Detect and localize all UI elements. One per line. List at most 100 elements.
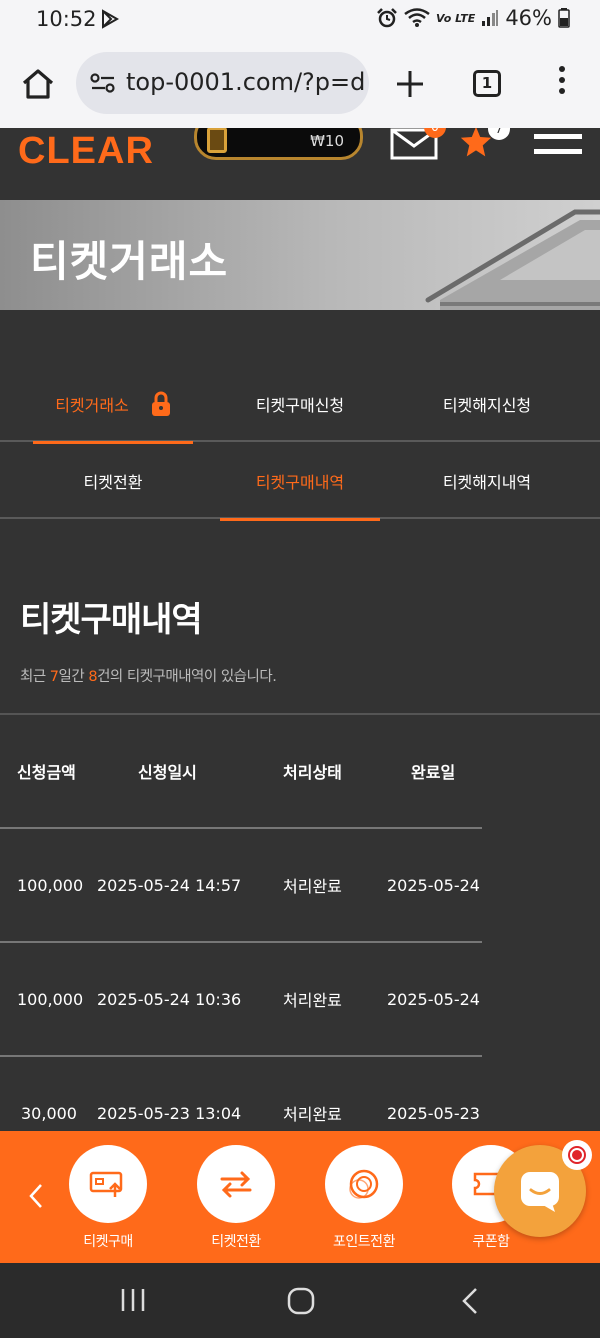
site-header: CLEAR ₩10 0 7 xyxy=(0,128,600,200)
status-bar: 10:52 Vo LTE 46% xyxy=(0,0,600,40)
table-header: 신청금액 신청일시 처리상태 완료일 xyxy=(0,715,482,829)
cell-request-date: 2025-05-24 14:57 xyxy=(97,875,242,895)
home-icon xyxy=(22,69,54,99)
quick-nav-label: 티켓구매 xyxy=(83,1234,133,1250)
lte-indicator: Vo LTE xyxy=(436,11,476,25)
tab-label: 티켓구매내역 xyxy=(255,473,345,492)
notification-dot-icon xyxy=(570,1148,584,1162)
exchange-icon xyxy=(220,1171,252,1198)
summary-prefix: 최근 xyxy=(20,669,50,685)
favorites-button[interactable]: 7 xyxy=(456,128,510,162)
cell-status: 처리완료 xyxy=(283,877,342,896)
alarm-icon xyxy=(377,8,397,28)
header-request-date: 신청일시 xyxy=(138,763,197,782)
wallet-balance[interactable]: ₩10 xyxy=(194,128,363,160)
header-amount: 신청금액 xyxy=(17,763,76,782)
tab-ticket-conversion[interactable]: 티켓전환 xyxy=(33,443,193,519)
home-button[interactable] xyxy=(18,64,58,104)
wallet-amount: ₩10 xyxy=(310,132,344,150)
quick-nav-point-convert[interactable]: 포인트전환 xyxy=(325,1145,403,1251)
quick-nav-label: 포인트전환 xyxy=(333,1234,395,1250)
summary-suffix: 건의 티켓구매내역이 있습니다. xyxy=(97,669,277,685)
chat-notification-badge xyxy=(562,1140,592,1170)
tab-ticket-purchase-request[interactable]: 티켓구매신청 xyxy=(220,366,380,442)
section-title: 티켓구매내역 xyxy=(20,600,203,640)
recent-apps-icon xyxy=(121,1289,145,1311)
tab-ticket-purchase-history[interactable]: 티켓구매내역 xyxy=(220,443,380,521)
system-navigation-bar xyxy=(0,1263,600,1338)
cell-amount: 100,000 xyxy=(17,875,84,895)
summary-count: 8 xyxy=(88,669,98,685)
quick-nav-ticket-buy[interactable]: 티켓구매 xyxy=(69,1145,147,1251)
header-completed-date: 완료일 xyxy=(411,763,456,782)
tab-label: 티켓해지신청 xyxy=(442,396,532,415)
active-tab-indicator xyxy=(220,518,380,521)
wifi-icon xyxy=(404,8,430,27)
hamburger-line xyxy=(534,149,582,154)
back-icon xyxy=(462,1288,477,1314)
tab-switcher-button[interactable]: 1 xyxy=(473,70,501,97)
chevron-left-icon xyxy=(29,1184,42,1208)
recent-apps-button[interactable] xyxy=(120,1287,146,1317)
mail-button[interactable]: 0 xyxy=(390,128,446,164)
page-title: 티켓거래소 xyxy=(30,237,229,286)
more-dot-icon xyxy=(559,88,565,94)
site-settings-icon[interactable] xyxy=(90,72,116,94)
ticket-buy-icon xyxy=(89,1171,123,1197)
table-row: 100,000 2025-05-24 10:36 처리완료 2025-05-24 xyxy=(0,943,482,1057)
cell-amount: 100,000 xyxy=(17,989,84,1009)
quick-nav-label: 쿠폰함 xyxy=(472,1234,510,1250)
quick-nav-prev-button[interactable] xyxy=(28,1183,44,1213)
banner-decoration xyxy=(425,209,600,310)
battery-icon xyxy=(558,8,570,28)
quick-nav-icon-circle xyxy=(69,1145,147,1223)
summary-days: 7 xyxy=(49,669,59,685)
cell-request-date: 2025-05-24 10:36 xyxy=(97,989,242,1009)
header-status: 처리상태 xyxy=(283,763,342,782)
home-circle-icon xyxy=(287,1287,315,1315)
cell-completed-date: 2025-05-24 xyxy=(387,989,480,1009)
quick-nav-icon-circle xyxy=(197,1145,275,1223)
cell-status: 처리완료 xyxy=(283,991,342,1010)
play-store-notification-icon xyxy=(102,9,120,29)
more-dot-icon xyxy=(559,66,565,72)
hamburger-line xyxy=(534,134,582,139)
tab-ticket-cancel-history[interactable]: 티켓해지내역 xyxy=(407,443,567,519)
new-tab-button[interactable] xyxy=(392,64,428,104)
battery-percent: 46% xyxy=(505,6,552,30)
coins-icon xyxy=(349,1169,379,1199)
table-row: 100,000 2025-05-24 14:57 처리완료 2025-05-24 xyxy=(0,829,482,943)
status-time: 10:52 xyxy=(36,7,97,31)
tab-row-secondary: 티켓전환 티켓구매내역 티켓해지내역 xyxy=(0,443,600,521)
url-bar[interactable]: top-0001.com/?p=d xyxy=(76,52,369,114)
tab-row-primary: 티켓거래소 티켓구매신청 티켓해지신청 xyxy=(0,366,600,444)
quick-nav-icon-circle xyxy=(325,1145,403,1223)
tab-ticket-cancel-request[interactable]: 티켓해지신청 xyxy=(407,366,567,442)
chat-icon xyxy=(521,1172,559,1212)
quick-nav-label: 티켓전환 xyxy=(211,1234,261,1250)
plus-icon xyxy=(397,71,423,97)
lock-icon xyxy=(151,391,170,416)
cell-completed-date: 2025-05-24 xyxy=(387,875,480,895)
tab-label: 티켓구매신청 xyxy=(255,396,345,415)
wallet-icon xyxy=(207,128,227,153)
purchase-history-table: 신청금액 신청일시 처리상태 완료일 100,000 2025-05-24 14… xyxy=(0,715,482,1171)
tab-label: 티켓전환 xyxy=(83,473,143,492)
url-text: top-0001.com/?p=d xyxy=(126,68,366,96)
tab-label: 티켓거래소 xyxy=(55,396,129,415)
tab-ticket-exchange[interactable]: 티켓거래소 xyxy=(33,366,193,444)
back-nav-button[interactable] xyxy=(460,1287,480,1319)
quick-nav-ticket-convert[interactable]: 티켓전환 xyxy=(197,1145,275,1251)
more-dot-icon xyxy=(559,77,565,83)
tab-label: 티켓해지내역 xyxy=(442,473,532,492)
status-icons: Vo LTE 46% xyxy=(376,6,570,30)
hamburger-menu-button[interactable] xyxy=(534,134,582,164)
site-logo[interactable]: CLEAR xyxy=(18,130,154,173)
summary-mid: 일간 xyxy=(58,669,89,685)
more-menu-button[interactable] xyxy=(552,66,572,102)
history-summary: 최근 7일간 8건의 티켓구매내역이 있습니다. xyxy=(20,665,277,686)
home-nav-button[interactable] xyxy=(287,1287,315,1319)
page-banner: 티켓거래소 xyxy=(0,200,600,310)
signal-icon xyxy=(482,10,499,26)
browser-toolbar: top-0001.com/?p=d 1 xyxy=(0,40,600,128)
